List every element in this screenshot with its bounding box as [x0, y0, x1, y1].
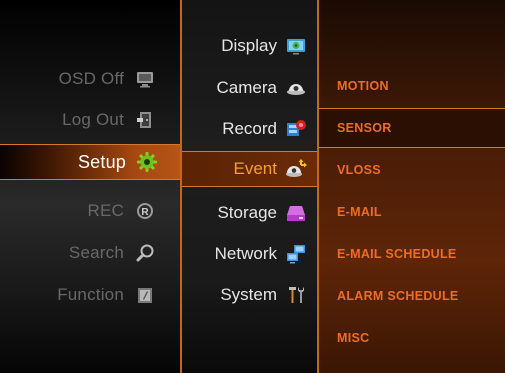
monitor-icon	[134, 68, 156, 90]
event-item-email-schedule[interactable]: E-MAIL SCHEDULE	[319, 234, 505, 274]
setup-item-event[interactable]: Event	[182, 151, 317, 187]
main-menu-item-osd-off[interactable]: OSD Off	[0, 61, 180, 97]
main-menu-item-label: Setup	[77, 151, 126, 172]
event-item-label: E-MAIL SCHEDULE	[337, 247, 457, 261]
main-menu-item-label: Function	[57, 285, 124, 304]
event-item-label: VLOSS	[337, 163, 381, 177]
setup-item-storage[interactable]: Storage	[182, 195, 317, 231]
logout-door-icon	[134, 109, 156, 131]
storage-drive-icon	[285, 202, 307, 224]
setup-item-record[interactable]: Record	[182, 111, 317, 147]
event-submenu: MOTION SENSOR VLOSS E-MAIL E-MAIL SCHEDU…	[317, 0, 505, 373]
setup-item-label: Event	[233, 159, 277, 178]
setup-item-network[interactable]: Network	[182, 236, 317, 272]
event-item-motion[interactable]: MOTION	[319, 66, 505, 106]
main-menu: OSD Off Log Out Setup REC R Search Funct…	[0, 0, 182, 373]
function-icon	[134, 284, 156, 306]
main-menu-item-label: Search	[68, 243, 124, 262]
setup-item-display[interactable]: Display	[182, 28, 317, 64]
record-r-icon: R	[134, 200, 156, 222]
main-menu-item-rec[interactable]: REC R	[0, 193, 180, 229]
setup-item-label: Display	[221, 36, 277, 55]
network-computers-icon	[285, 243, 307, 265]
svg-text:R: R	[141, 207, 149, 218]
event-item-misc[interactable]: MISC	[319, 318, 505, 358]
system-tools-icon	[285, 284, 307, 306]
setup-item-label: System	[220, 285, 277, 304]
event-item-sensor[interactable]: SENSOR	[319, 108, 505, 148]
setup-item-label: Record	[222, 119, 277, 138]
setup-item-label: Camera	[216, 78, 277, 97]
setup-item-system[interactable]: System	[182, 277, 317, 313]
magnifier-icon	[134, 242, 156, 264]
main-menu-item-label: Log Out	[62, 110, 124, 129]
dome-camera-icon	[285, 77, 307, 99]
setup-item-label: Network	[214, 244, 277, 263]
setup-item-camera[interactable]: Camera	[182, 70, 317, 106]
setup-item-label: Storage	[217, 203, 277, 222]
event-item-label: MISC	[337, 331, 370, 345]
event-item-label: E-MAIL	[337, 205, 382, 219]
event-item-vloss[interactable]: VLOSS	[319, 150, 505, 190]
record-flag-icon	[285, 118, 307, 140]
main-menu-item-setup[interactable]: Setup	[0, 144, 182, 180]
event-item-label: MOTION	[337, 79, 389, 93]
event-item-email[interactable]: E-MAIL	[319, 192, 505, 232]
event-camera-move-icon	[285, 158, 307, 180]
setup-submenu: Display Camera Record Event Storage Netw…	[180, 0, 317, 373]
event-item-label: ALARM SCHEDULE	[337, 289, 459, 303]
event-item-label: SENSOR	[337, 121, 392, 135]
main-menu-item-log-out[interactable]: Log Out	[0, 102, 180, 138]
main-menu-item-label: OSD Off	[58, 69, 124, 88]
event-item-alarm-schedule[interactable]: ALARM SCHEDULE	[319, 276, 505, 316]
gear-icon	[136, 151, 158, 173]
dvr-menu-screen: OSD Off Log Out Setup REC R Search Funct…	[0, 0, 505, 373]
display-settings-icon	[285, 35, 307, 57]
main-menu-item-label: REC	[87, 201, 124, 220]
main-menu-item-search[interactable]: Search	[0, 235, 180, 271]
main-menu-item-function[interactable]: Function	[0, 277, 180, 313]
